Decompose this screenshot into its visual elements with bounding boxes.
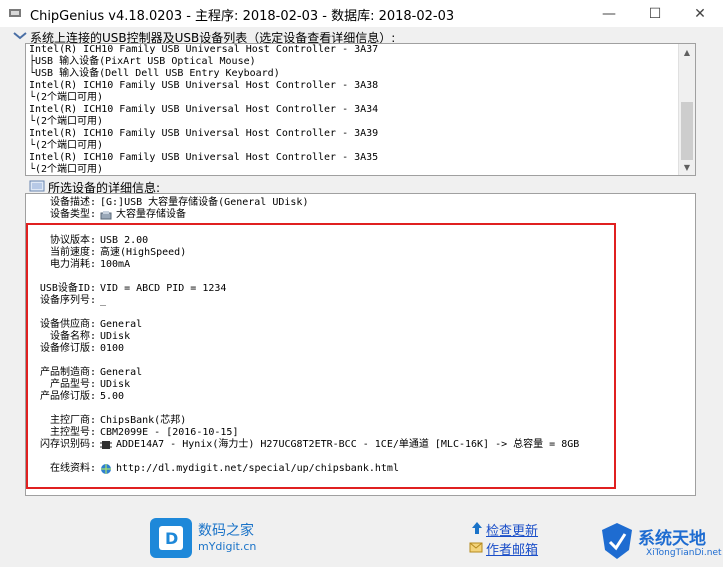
scroll-thumb[interactable]	[681, 102, 693, 160]
watermark-url: XiTongTianDi.net	[646, 548, 722, 558]
scroll-up-icon[interactable]: ▲	[679, 44, 695, 60]
watermark-logo-icon	[602, 523, 632, 559]
usb-list-item[interactable]: └(2个端口可用)	[29, 116, 378, 128]
watermark-title: 系统天地	[638, 529, 706, 549]
highlight-frame	[26, 223, 616, 489]
usb-list-item[interactable]: Intel(R) ICH10 Family USB Universal Host…	[29, 44, 378, 56]
close-button[interactable]: ✕	[677, 0, 723, 27]
detail-value: [G:]USB 大容量存储设备(General UDisk)	[100, 197, 309, 208]
author-mail-link[interactable]: 作者邮箱	[486, 539, 538, 558]
site-name[interactable]: 数码之家	[198, 520, 254, 540]
usb-list-item[interactable]: └(2个端口可用)	[29, 140, 378, 152]
usb-list-item[interactable]: Intel(R) ICH10 Family USB Universal Host…	[29, 152, 378, 164]
mydigit-logo-icon[interactable]: D	[150, 518, 192, 558]
mail-icon	[469, 542, 483, 553]
usb-list-item[interactable]: └USB 输入设备(Dell Dell USB Entry Keyboard)	[29, 68, 378, 80]
minimize-button[interactable]: —	[586, 0, 632, 27]
maximize-button[interactable]: ☐	[632, 0, 678, 27]
detail-info-icon	[29, 180, 45, 192]
detail-key: 设备类型:	[49, 209, 96, 220]
usb-list-item[interactable]: └(2个端口可用)	[29, 92, 378, 104]
usb-device-list-items: Intel(R) ICH10 Family USB Universal Host…	[29, 44, 378, 175]
title-bar: ChipGenius v4.18.0203 - 主程序: 2018-02-03 …	[0, 0, 723, 27]
usb-list-item[interactable]: ├USB 输入设备(PixArt USB Optical Mouse)	[29, 56, 378, 68]
detail-key: 设备描述:	[49, 197, 96, 208]
site-url[interactable]: mYdigit.cn	[198, 540, 256, 553]
check-update-link[interactable]: 检查更新	[486, 520, 538, 539]
detail-value: 大容量存储设备	[116, 209, 186, 220]
usb-list-item[interactable]: Intel(R) ICH10 Family USB Universal Host…	[29, 128, 378, 140]
scroll-down-icon[interactable]: ▼	[679, 159, 695, 175]
usb-device-list[interactable]: Intel(R) ICH10 Family USB Universal Host…	[25, 43, 696, 176]
usb-tree-icon	[13, 32, 27, 40]
update-arrow-icon	[472, 522, 482, 534]
usb-list-scrollbar[interactable]: ▲ ▼	[678, 44, 695, 175]
device-detail-panel[interactable]: 设备描述: [G:]USB 大容量存储设备(General UDisk) 设备类型:…	[25, 193, 696, 496]
window-title: ChipGenius v4.18.0203 - 主程序: 2018-02-03 …	[30, 9, 455, 24]
usb-list-item[interactable]: Intel(R) ICH10 Family USB Universal Host…	[29, 104, 378, 116]
app-icon	[9, 9, 21, 17]
usb-list-item[interactable]: └(2个端口可用)	[29, 164, 378, 175]
drive-icon	[100, 211, 112, 220]
usb-list-item[interactable]: Intel(R) ICH10 Family USB Universal Host…	[29, 80, 378, 92]
